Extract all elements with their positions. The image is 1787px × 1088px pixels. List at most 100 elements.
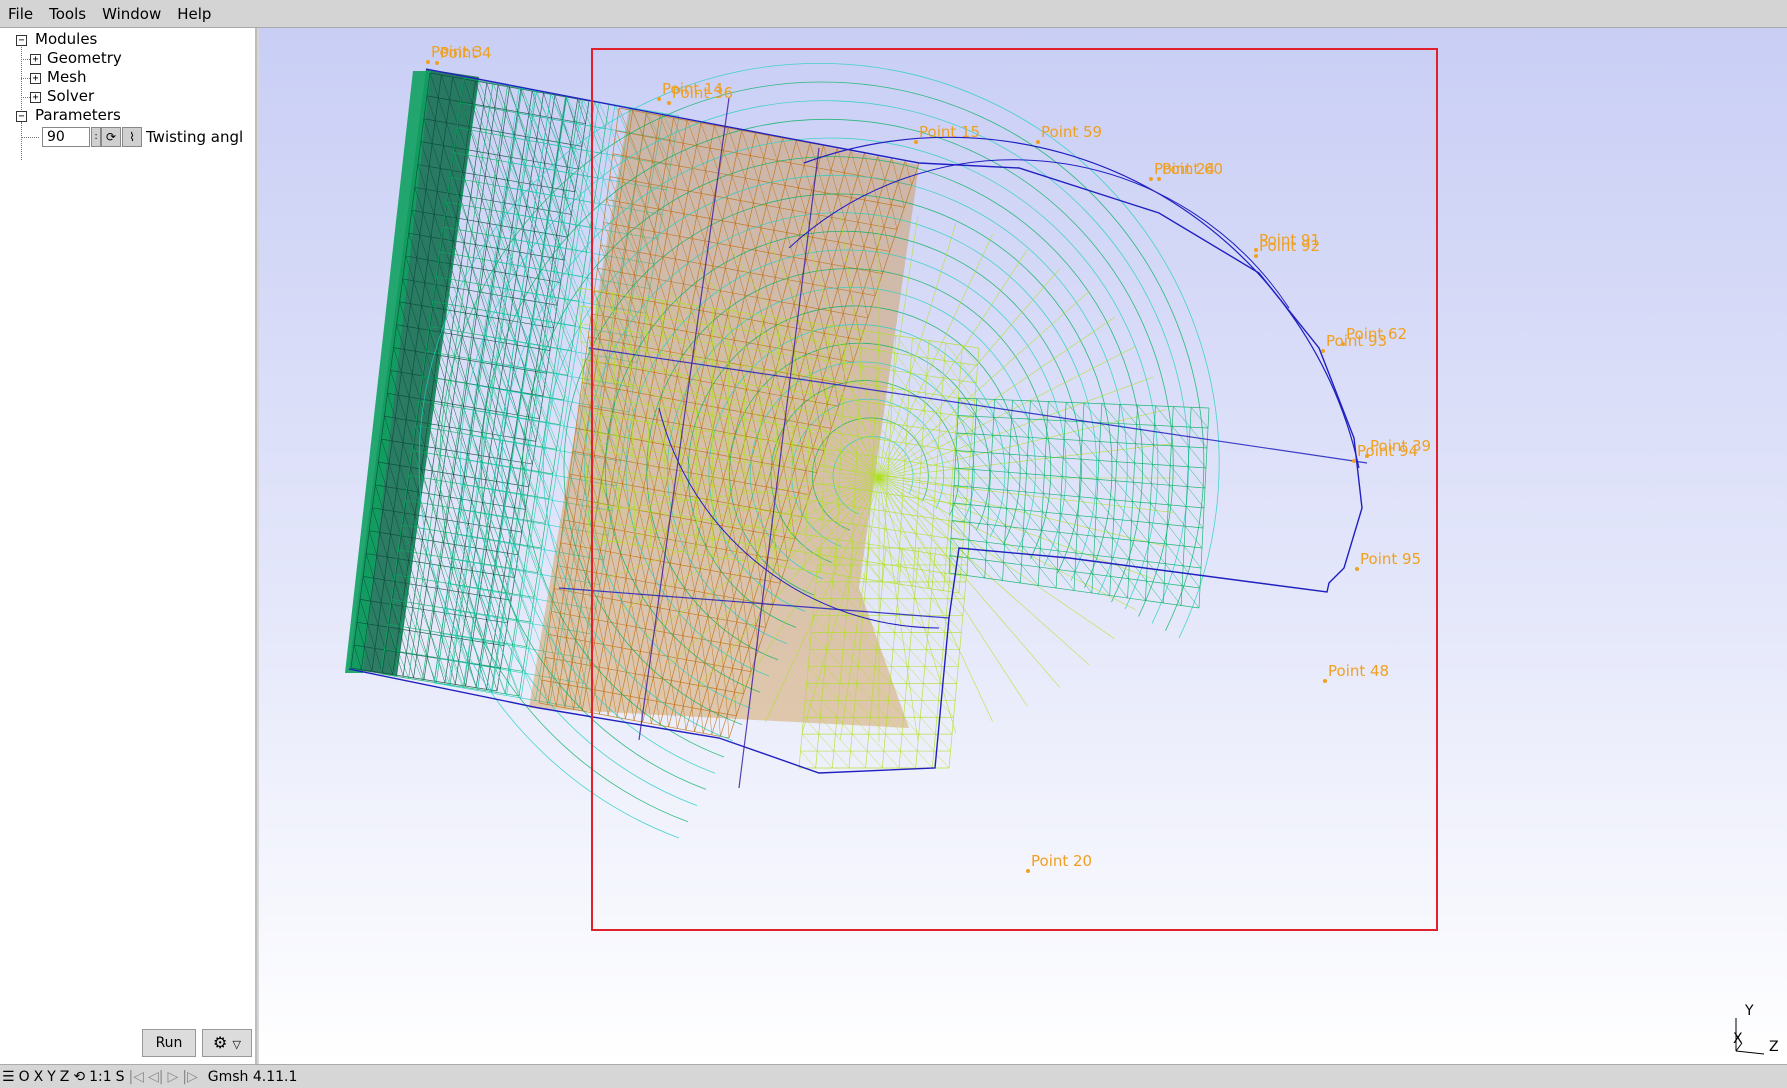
green-slab-mesh (534, 496, 546, 524)
inner-yellow-mesh (894, 352, 911, 374)
collapse-icon[interactable]: − (16, 111, 27, 122)
green-slab-mesh (549, 397, 561, 425)
green-slab-mesh (511, 162, 523, 191)
inner-yellow-mesh (916, 533, 931, 554)
green-slab-mesh (507, 85, 519, 114)
hamburger-icon[interactable]: ☰ (0, 1069, 17, 1085)
tree-item-mesh[interactable]: Mesh (47, 68, 87, 87)
expand-icon[interactable]: + (30, 73, 41, 84)
green-slab-mesh (471, 333, 483, 361)
green-slab-mesh (544, 163, 553, 188)
bottom-tab-mesh (924, 666, 941, 684)
collapse-icon[interactable]: − (16, 35, 27, 46)
cyan-slab-mesh (533, 522, 545, 550)
graphics-viewport[interactable]: Point 3 Point 4 Point 14 Point 36 Point 15 Po… (259, 28, 1787, 1064)
expand-icon[interactable]: + (30, 92, 41, 103)
right-tab-mesh (991, 452, 1009, 473)
loop-icon[interactable]: ⟳ (101, 127, 121, 147)
scale-button[interactable]: 1:1 (87, 1069, 114, 1085)
twisting-angle-input[interactable] (42, 127, 90, 147)
axes-gizmo: Y X Z (1719, 978, 1787, 1058)
inner-yellow-mesh (928, 340, 945, 361)
cyan-slab-mesh (517, 621, 530, 649)
bottom-tab-mesh (817, 750, 833, 769)
green-slab-mesh (478, 182, 491, 210)
tree-guide-line (21, 78, 30, 79)
bottom-tab-mesh (914, 598, 930, 616)
right-tab-mesh (1057, 550, 1076, 572)
play-icon[interactable]: ▷ (165, 1069, 180, 1085)
prev-step-icon[interactable]: ◁| (146, 1069, 165, 1085)
right-tab-mesh (1101, 403, 1119, 424)
right-tab-mesh (1147, 561, 1165, 584)
right-tab-mesh (1023, 528, 1041, 549)
spinner-icon[interactable]: : (91, 127, 101, 147)
menu-window[interactable]: Window (94, 0, 169, 28)
green-slab-mesh (483, 105, 492, 131)
gear-icon: ⚙ (213, 1033, 228, 1052)
menu-help[interactable]: Help (169, 0, 219, 28)
bottom-tab-mesh (911, 632, 927, 650)
graph-icon[interactable]: ⌇ (122, 127, 142, 147)
last-step-icon[interactable]: |▷ (180, 1069, 199, 1085)
right-tab-mesh (975, 416, 993, 436)
cyan-slab-mesh (490, 286, 503, 314)
arc-mesh-spoke (878, 477, 993, 723)
version-status: Gmsh 4.11.1 (207, 1068, 298, 1085)
green-slab-mesh (524, 369, 533, 395)
tree-item-modules[interactable]: Modules (35, 30, 97, 49)
right-tab-mesh (1110, 576, 1128, 599)
menu-file[interactable]: File (0, 0, 41, 28)
right-tab-mesh (1046, 438, 1064, 459)
select-button[interactable]: S (114, 1069, 127, 1085)
point-marker (1026, 869, 1030, 873)
view-x-button[interactable]: X (32, 1069, 46, 1085)
first-step-icon[interactable]: |◁ (127, 1069, 146, 1085)
right-tab-mesh (1045, 456, 1063, 477)
right-tab-mesh (1152, 464, 1170, 486)
inner-yellow-mesh (962, 345, 978, 366)
green-slab-mesh (524, 469, 536, 497)
right-tab-mesh (1112, 538, 1130, 560)
cyan-slab-mesh (511, 137, 525, 166)
inner-yellow-mesh (882, 563, 898, 584)
right-tab-mesh (1130, 539, 1148, 562)
green-slab-mesh (500, 338, 512, 366)
dropdown-arrow-icon: ▽ (232, 1038, 241, 1051)
right-tab-mesh (993, 417, 1011, 437)
point-label: Point 92 (1259, 237, 1321, 255)
right-tab-mesh (1184, 526, 1203, 549)
right-tab-mesh (1094, 536, 1112, 558)
point-label: Point 20 (1031, 852, 1093, 870)
cyan-slab-mesh (578, 123, 592, 152)
tree-item-solver[interactable]: Solver (47, 87, 94, 106)
bottom-tab-mesh (931, 547, 953, 769)
right-tab-mesh (1059, 513, 1078, 535)
point-label: Point 60 (1162, 160, 1224, 178)
tree-item-geometry[interactable]: Geometry (47, 49, 122, 68)
run-button[interactable]: Run (142, 1029, 196, 1057)
green-slab-mesh (554, 170, 566, 198)
view-z-button[interactable]: Z (58, 1069, 72, 1085)
inner-yellow-mesh (911, 355, 927, 376)
settings-button[interactable]: ⚙ ▽ (202, 1029, 252, 1057)
mesh-view (345, 48, 1438, 931)
cyan-slab-mesh (481, 564, 493, 592)
right-tab-mesh (1132, 501, 1150, 523)
cyan-slab-mesh (525, 571, 537, 600)
right-tab-mesh (1030, 400, 1048, 421)
bottom-tab-mesh (885, 733, 901, 752)
green-slab-mesh (443, 542, 452, 568)
rotate-icon[interactable]: ⟲ (71, 1069, 87, 1085)
right-tab-mesh (1095, 517, 1113, 539)
green-slab-mesh (451, 333, 460, 359)
tree-item-parameters[interactable]: Parameters (35, 106, 121, 125)
expand-icon[interactable]: + (30, 54, 41, 65)
view-origin-button[interactable]: O (17, 1069, 32, 1085)
view-y-button[interactable]: Y (45, 1069, 58, 1085)
menu-tools[interactable]: Tools (41, 0, 94, 28)
right-tab-mesh (1111, 557, 1129, 579)
green-slab-mesh (475, 308, 487, 337)
right-tab-mesh (1080, 459, 1099, 480)
green-slab-mesh (525, 165, 537, 193)
